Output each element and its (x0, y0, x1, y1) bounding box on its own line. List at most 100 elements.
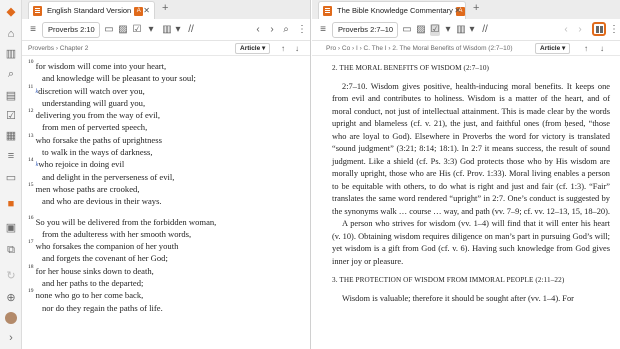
book-icon (323, 6, 332, 16)
verse-text: to walk in the ways of darkness, (42, 147, 153, 158)
slash-icon[interactable]: // (186, 24, 196, 36)
verse-line: 10 for wisdom will come into your heart, (28, 59, 304, 72)
dropdown-icon[interactable]: ▾ (174, 24, 182, 36)
verse-number[interactable]: 10 (28, 59, 34, 65)
reference-box[interactable]: Proverbs 2:7–10 (332, 22, 398, 38)
verse-number[interactable]: 13 (28, 133, 34, 139)
dropdown-icon[interactable]: ▾ (468, 24, 476, 36)
back-icon[interactable]: ‹ (562, 24, 570, 36)
view-dropdown[interactable]: Article ▾ (535, 43, 571, 54)
verse-number[interactable]: 18 (28, 264, 34, 270)
dropdown-icon[interactable]: ▾ (444, 24, 452, 36)
reference-box[interactable]: Proverbs 2:10 (42, 22, 100, 38)
home-icon[interactable]: ⌂ (5, 28, 17, 40)
close-icon[interactable]: ✕ (143, 2, 150, 19)
book-icon (33, 6, 42, 16)
verse-number[interactable]: 14 (28, 157, 34, 164)
verse-text: and knowledge will be pleasant to your s… (42, 73, 196, 84)
list-icon[interactable]: ≡ (5, 150, 17, 162)
menu-icon[interactable]: ≡ (28, 24, 38, 36)
library-icon[interactable]: ▥ (5, 48, 17, 60)
breadcrumb-text[interactable]: Pro › Co › I › C. The I › 2. The Moral B… (326, 41, 531, 56)
close-icon[interactable]: ✕ (454, 2, 461, 19)
verse-line: 16 So you will be delivered from the for… (28, 215, 304, 228)
verse-text: and who are devious in their ways. (42, 196, 162, 207)
breadcrumb: Pro › Co › I › C. The I › 2. The Moral B… (312, 41, 620, 56)
calendar-icon[interactable]: ▣ (5, 222, 17, 234)
text-icon[interactable]: ▾ (146, 24, 156, 36)
verse-text: nor do they regain the paths of life. (42, 302, 163, 313)
tab-esv[interactable]: English Standard Version A ✕ (28, 1, 155, 19)
courses-icon[interactable]: ▭ (5, 172, 17, 184)
verse-continuation: understanding will guard you, (28, 97, 304, 109)
verse-number[interactable]: 12 (28, 108, 34, 114)
verse-number[interactable]: 17 (28, 239, 34, 245)
verse-continuation: and forgets the covenant of her God; (28, 252, 304, 264)
avatar[interactable] (5, 312, 17, 324)
verse-list: 10 for wisdom will come into your heart,… (22, 57, 310, 314)
breadcrumb: Proverbs › Chapter 2 Article ▾ ↑ ↓ (22, 41, 310, 56)
info-icon[interactable]: ☑ (430, 24, 440, 36)
verse-text: and her paths to the departed; (42, 278, 144, 289)
parallel-icon[interactable]: ▭ (402, 24, 412, 36)
store-icon[interactable]: ⊕ (5, 292, 17, 304)
verse-text: from men of perverted speech, (42, 122, 148, 133)
view-dropdown[interactable]: Article ▾ (235, 43, 271, 54)
bookmark-icon[interactable]: ■ (5, 198, 17, 210)
slash-icon[interactable]: // (480, 24, 490, 36)
paragraph: 2:7–10. Wisdom gives positive, health-in… (332, 81, 610, 216)
tab-bar: English Standard Version A ✕ + (22, 0, 310, 19)
split-view-icon[interactable] (592, 22, 606, 36)
verse-line: 15 men whose paths are crooked, (28, 182, 304, 195)
more-icon[interactable]: ⋮ (609, 24, 619, 36)
guides-icon[interactable]: ▦ (5, 130, 17, 142)
up-arrow-icon[interactable]: ↑ (584, 41, 588, 56)
sync-icon[interactable]: ↻ (5, 270, 17, 282)
columns-icon[interactable]: ▥ (456, 24, 466, 36)
verse-line: 17 who forsakes the companion of her you… (28, 239, 304, 252)
menu-icon[interactable]: ≡ (318, 24, 328, 36)
search-in-icon[interactable]: ⌕ (282, 24, 290, 36)
paragraph: Wisdom is valuable; therefore it should … (342, 293, 574, 303)
down-arrow-icon[interactable]: ↓ (600, 41, 604, 56)
view-label: Article (540, 45, 561, 52)
verse-line: 13 who forsake the paths of uprightness (28, 133, 304, 146)
collapse-icon[interactable]: › (5, 332, 17, 344)
columns-icon[interactable]: ▥ (162, 24, 172, 36)
more-icon[interactable]: ⋮ (297, 24, 307, 36)
back-icon[interactable]: ‹ (254, 24, 262, 36)
verse-number[interactable]: 11 (28, 84, 33, 90)
layouts-icon[interactable]: ⧉ (5, 244, 17, 256)
verse-number[interactable]: 16 (28, 215, 34, 221)
forward-icon[interactable]: › (576, 24, 584, 36)
verse-number[interactable]: 19 (28, 288, 34, 295)
breadcrumb-text[interactable]: Proverbs › Chapter 2 (28, 41, 88, 56)
verse-number[interactable]: 15 (28, 182, 34, 188)
tab-bkc[interactable]: The Bible Knowledge Commentary A ✕ (318, 1, 466, 19)
logos-icon[interactable]: ◆ (5, 6, 17, 18)
notes-icon[interactable]: ▤ (5, 90, 17, 102)
new-tab-icon[interactable]: + (162, 2, 168, 14)
visual-filter-icon[interactable]: ▨ (118, 24, 128, 36)
tab-title: The Bible Knowledge Commentary (337, 6, 453, 15)
verse-text: and forgets the covenant of her God; (42, 253, 168, 264)
forward-icon[interactable]: › (268, 24, 276, 36)
verse-text: discretion will watch over you, (38, 85, 145, 96)
toolbar: ≡ Proverbs 2:7–10 ▭ ▨ ☑ ▾ ▥ ▾ // ‹ › ⋮ (312, 19, 620, 41)
parallel-icon[interactable]: ▭ (104, 24, 114, 36)
info-icon[interactable]: ☑ (132, 24, 142, 36)
verse-continuation: and who are devious in their ways. (28, 195, 304, 207)
check-icon[interactable]: ☑ (5, 110, 17, 122)
up-arrow-icon[interactable]: ↑ (281, 41, 285, 56)
section-heading: 2. THE MORAL BENEFITS OF WISDOM (2:7–10) (332, 64, 490, 72)
verse-line: 11 kdiscretion will watch over you, (28, 84, 304, 97)
footnote-marker[interactable]: k (35, 89, 38, 95)
visual-filter-icon[interactable]: ▨ (416, 24, 426, 36)
app-window: ◆ ⌂ ▥ ⌕ ▤ ☑ ▦ ≡ ▭ ■ ▣ ⧉ ↻ ⊕ › English St… (0, 0, 620, 349)
search-icon[interactable]: ⌕ (5, 68, 17, 80)
down-arrow-icon[interactable]: ↓ (295, 41, 299, 56)
bible-text: 10 for wisdom will come into your heart,… (22, 57, 310, 349)
new-tab-icon[interactable]: + (473, 2, 479, 14)
verse-continuation: nor do they regain the paths of life. (28, 302, 304, 314)
footnote-marker[interactable]: k (36, 162, 39, 168)
